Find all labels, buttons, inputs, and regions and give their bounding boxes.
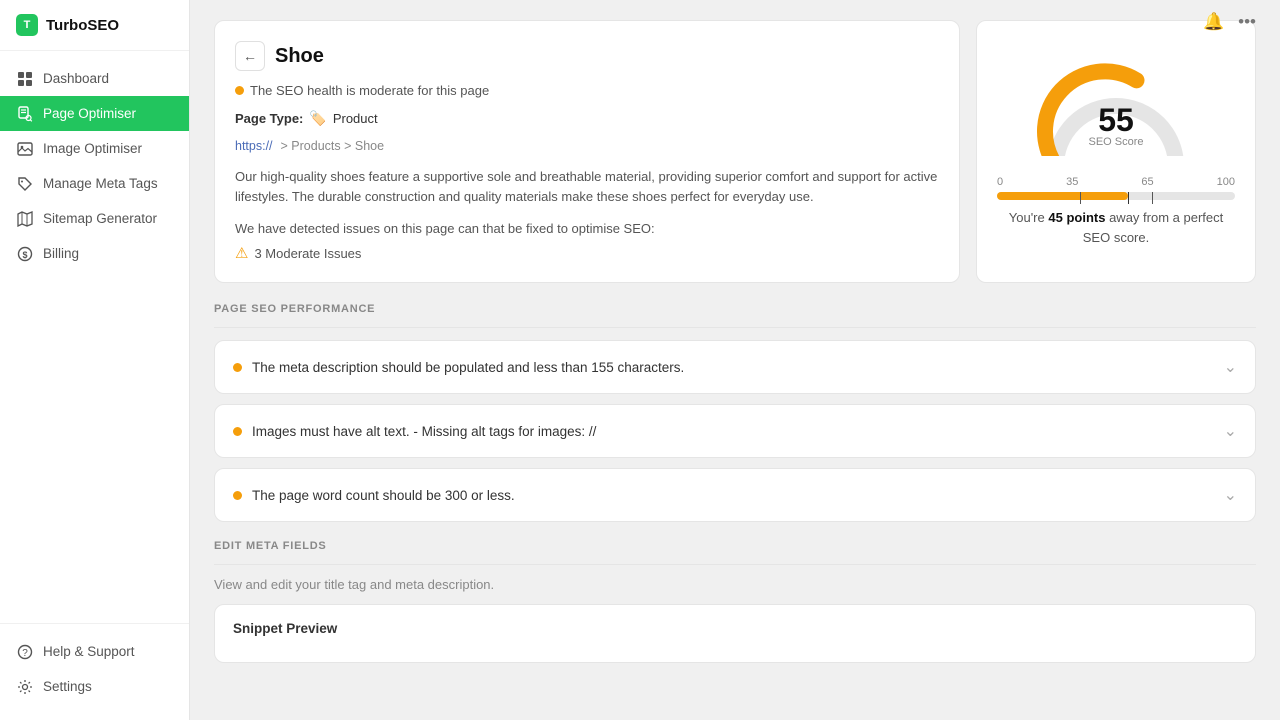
accordion-item-word-count[interactable]: The page word count should be 300 or les… xyxy=(214,468,1256,522)
sidebar-item-settings-label: Settings xyxy=(43,679,92,694)
page-type-label: Page Type: xyxy=(235,111,303,126)
accordion-text-2: The page word count should be 300 or les… xyxy=(252,488,515,503)
chevron-down-icon-0: ⌄ xyxy=(1224,357,1237,377)
main-content: 🔔 ••• ← Shoe The SEO health is moderate … xyxy=(190,0,1280,720)
performance-section-title: PAGE SEO PERFORMANCE xyxy=(214,303,1256,315)
info-card-header: ← Shoe xyxy=(235,41,939,71)
sidebar-item-billing-label: Billing xyxy=(43,246,79,261)
sidebar-item-image-optimiser[interactable]: Image Optimiser xyxy=(0,131,189,166)
page-title: Shoe xyxy=(275,45,324,68)
gauge-container: 55 SEO Score xyxy=(1036,56,1196,156)
page-description: Our high-quality shoes feature a support… xyxy=(235,167,939,207)
sidebar: T TurboSEO Dashboard xyxy=(0,0,190,720)
sidebar-item-settings[interactable]: Settings xyxy=(0,669,189,704)
score-bar-section: 0 35 65 100 xyxy=(997,176,1235,208)
back-button[interactable]: ← xyxy=(235,41,265,71)
edit-meta-title: EDIT META FIELDS xyxy=(214,540,1256,552)
dollar-icon: $ xyxy=(16,245,33,262)
svg-text:?: ? xyxy=(22,648,28,659)
performance-divider xyxy=(214,327,1256,328)
warning-icon: ⚠ xyxy=(235,244,248,262)
logo-icon: T xyxy=(16,14,38,36)
score-mid1-label: 35 xyxy=(1066,176,1078,188)
accordion-left: The meta description should be populated… xyxy=(233,360,684,375)
sidebar-item-page-optimiser-label: Page Optimiser xyxy=(43,106,136,121)
sidebar-item-dashboard[interactable]: Dashboard xyxy=(0,61,189,96)
sidebar-nav: Dashboard Page Optimiser xyxy=(0,51,189,623)
score-marker-65 xyxy=(1152,192,1153,204)
app-logo: T TurboSEO xyxy=(0,0,189,51)
sidebar-item-sitemap-generator-label: Sitemap Generator xyxy=(43,211,157,226)
accordion-dot-0 xyxy=(233,363,242,372)
score-bar-track xyxy=(997,192,1235,200)
score-max-label: 100 xyxy=(1217,176,1235,188)
seo-score-card: 55 SEO Score 0 35 65 100 xyxy=(976,20,1256,283)
score-mid2-label: 65 xyxy=(1141,176,1153,188)
score-summary-text: You're xyxy=(1009,210,1045,225)
accordion-dot-1 xyxy=(233,427,242,436)
issues-label: We have detected issues on this page can… xyxy=(235,221,939,236)
edit-meta-description: View and edit your title tag and meta de… xyxy=(214,577,1256,592)
notification-icon[interactable]: 🔔 xyxy=(1203,12,1224,32)
sidebar-item-sitemap-generator[interactable]: Sitemap Generator xyxy=(0,201,189,236)
score-summary: You're 45 points away from a perfect SEO… xyxy=(997,208,1235,247)
chevron-down-icon-2: ⌄ xyxy=(1224,485,1237,505)
issue-count-text: 3 Moderate Issues xyxy=(254,246,361,261)
image-icon xyxy=(16,140,33,157)
sidebar-item-page-optimiser[interactable]: Page Optimiser xyxy=(0,96,189,131)
seo-score-number: 55 xyxy=(1088,104,1143,136)
app-name: TurboSEO xyxy=(46,17,119,34)
sidebar-item-help-support[interactable]: ? Help & Support xyxy=(0,634,189,669)
score-marker-35 xyxy=(1080,192,1081,204)
health-indicator: The SEO health is moderate for this page xyxy=(235,83,939,98)
seo-score-label: SEO Score xyxy=(1088,136,1143,148)
sidebar-item-image-optimiser-label: Image Optimiser xyxy=(43,141,142,156)
sidebar-bottom: ? Help & Support Settings xyxy=(0,623,189,720)
performance-section: PAGE SEO PERFORMANCE The meta descriptio… xyxy=(214,303,1256,522)
file-search-icon xyxy=(16,105,33,122)
page-type-tag-icon: 🏷️ xyxy=(309,110,326,127)
url-row: https:// > Products > Shoe xyxy=(235,139,939,153)
score-marker-current xyxy=(1128,192,1129,204)
grid-icon xyxy=(16,70,33,87)
accordion-item-alt-text[interactable]: Images must have alt text. - Missing alt… xyxy=(214,404,1256,458)
chevron-down-icon-1: ⌄ xyxy=(1224,421,1237,441)
accordion-text-0: The meta description should be populated… xyxy=(252,360,684,375)
svg-text:$: $ xyxy=(22,250,27,260)
edit-meta-section: EDIT META FIELDS View and edit your titl… xyxy=(214,540,1256,663)
accordion-left-1: Images must have alt text. - Missing alt… xyxy=(233,424,596,439)
accordion-dot-2 xyxy=(233,491,242,500)
score-min-label: 0 xyxy=(997,176,1003,188)
page-info-card: ← Shoe The SEO health is moderate for th… xyxy=(214,20,960,283)
health-text: The SEO health is moderate for this page xyxy=(250,83,489,98)
tag-icon xyxy=(16,175,33,192)
accordion-text-1: Images must have alt text. - Missing alt… xyxy=(252,424,596,439)
gauge-text: 55 SEO Score xyxy=(1088,104,1143,148)
score-bar-labels: 0 35 65 100 xyxy=(997,176,1235,188)
map-icon xyxy=(16,210,33,227)
cards-row: ← Shoe The SEO health is moderate for th… xyxy=(214,20,1256,283)
accordion-item-meta-desc[interactable]: The meta description should be populated… xyxy=(214,340,1256,394)
sidebar-item-manage-meta-tags[interactable]: Manage Meta Tags xyxy=(0,166,189,201)
gear-icon xyxy=(16,678,33,695)
score-points-away: 45 points xyxy=(1048,210,1105,225)
more-options-icon[interactable]: ••• xyxy=(1238,12,1256,32)
question-icon: ? xyxy=(16,643,33,660)
sidebar-item-manage-meta-tags-label: Manage Meta Tags xyxy=(43,176,158,191)
snippet-preview-title: Snippet Preview xyxy=(233,621,1237,636)
issue-badge: ⚠ 3 Moderate Issues xyxy=(235,244,939,262)
health-dot xyxy=(235,86,244,95)
url-prefix: https:// xyxy=(235,139,273,153)
page-type-row: Page Type: 🏷️ Product xyxy=(235,110,939,127)
score-bar-fill xyxy=(997,192,1128,200)
snippet-card: Snippet Preview xyxy=(214,604,1256,663)
edit-meta-divider xyxy=(214,564,1256,565)
sidebar-item-dashboard-label: Dashboard xyxy=(43,71,109,86)
accordion-left-2: The page word count should be 300 or les… xyxy=(233,488,515,503)
sidebar-item-help-support-label: Help & Support xyxy=(43,644,135,659)
sidebar-item-billing[interactable]: $ Billing xyxy=(0,236,189,271)
page-type-value: Product xyxy=(333,111,378,126)
url-path: > Products > Shoe xyxy=(281,139,385,153)
